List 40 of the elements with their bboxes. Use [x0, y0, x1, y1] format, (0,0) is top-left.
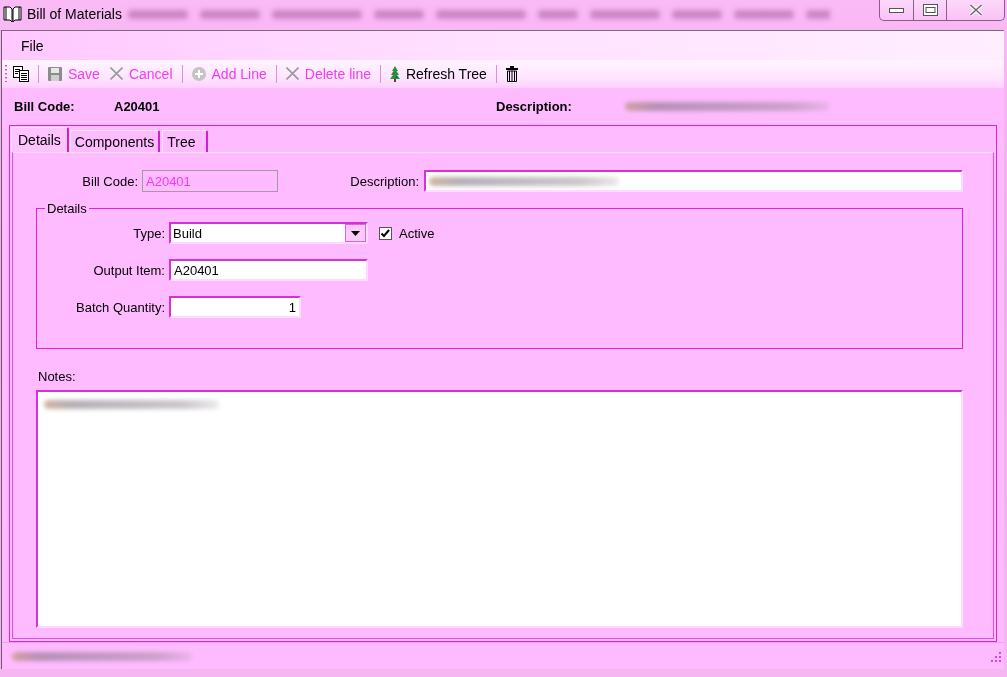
tab[interactable]: Components	[69, 130, 161, 152]
active-label: Active	[399, 225, 435, 241]
caret-icon	[351, 230, 360, 236]
batch-quantity-field[interactable]: 1	[169, 296, 301, 318]
type-label: Type:	[132, 225, 166, 241]
refresh-tree-button[interactable]: Refresh Tree	[385, 62, 491, 85]
plus-circle-icon	[191, 66, 206, 81]
batch-quantity-label: Batch Quantity:	[75, 299, 166, 315]
toolbar-grip[interactable]	[4, 65, 7, 82]
maximize-button[interactable]	[913, 0, 947, 21]
menu-item[interactable]: File	[13, 35, 52, 56]
bill-code-value: A20401	[114, 99, 161, 114]
output-item-field[interactable]: A20401	[169, 259, 368, 281]
cross-icon	[109, 67, 123, 80]
trash-icon	[505, 65, 518, 82]
close-icon	[968, 4, 983, 16]
dropdown-button[interactable]	[345, 224, 366, 242]
book-icon	[3, 5, 22, 23]
bill-code-label: Bill Code:	[14, 99, 76, 114]
maximize-icon	[922, 4, 938, 16]
close-button[interactable]	[946, 0, 1005, 21]
minimize-icon	[889, 7, 904, 13]
window-title: Bill of Materials	[27, 6, 122, 22]
description-field[interactable]	[424, 170, 963, 192]
description-label: Description:	[349, 173, 419, 189]
description-label: Description:	[496, 99, 573, 114]
resize-grip[interactable]	[989, 650, 1001, 662]
group-title: Details	[46, 201, 88, 216]
type-dropdown[interactable]: Build	[169, 222, 368, 244]
active-checkbox[interactable]	[379, 226, 392, 240]
tree-icon	[389, 65, 400, 82]
notes-field[interactable]	[36, 390, 963, 628]
output-item-label: Output Item:	[92, 262, 166, 278]
notes-label: Notes:	[38, 369, 76, 384]
bill-code-label: Bill Code:	[81, 173, 138, 189]
tab[interactable]: Details	[11, 127, 69, 152]
minimize-button[interactable]	[879, 0, 914, 21]
cross-icon	[285, 67, 299, 80]
tab[interactable]: Tree	[162, 130, 209, 152]
copy-icon	[13, 65, 29, 82]
